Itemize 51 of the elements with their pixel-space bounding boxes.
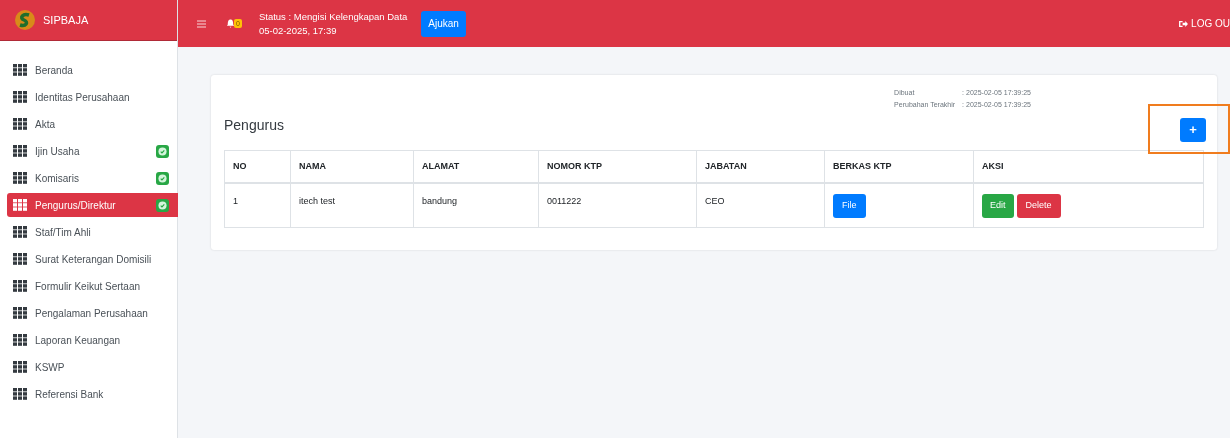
grid-icon: [13, 91, 27, 103]
logo-icon: [15, 10, 35, 30]
grid-icon: [13, 388, 27, 400]
sidebar-item[interactable]: KSWP: [7, 355, 178, 379]
brand-name: SIPBAJA: [43, 12, 89, 28]
sidebar-item[interactable]: Identitas Perusahaan: [7, 85, 178, 109]
table-cell: bandung: [414, 184, 539, 227]
table-cell: 1: [225, 184, 291, 227]
column-header: ALAMAT: [414, 151, 539, 182]
delete-button[interactable]: Delete: [1016, 193, 1061, 218]
add-button[interactable]: +: [1180, 118, 1206, 142]
grid-icon: [13, 280, 27, 292]
table-cell: CEO: [697, 184, 825, 227]
menu-icon[interactable]: [197, 19, 206, 28]
logout-link[interactable]: LOG OU: [1179, 16, 1230, 31]
grid-icon: [13, 172, 27, 184]
column-header: NO: [225, 151, 291, 182]
card-title: Pengurus: [224, 116, 285, 135]
bell-icon: [226, 19, 235, 28]
submit-button[interactable]: Ajukan: [421, 10, 466, 37]
column-header: JABATAN: [697, 151, 825, 182]
grid-icon: [13, 64, 27, 76]
column-header: AKSI: [981, 159, 1005, 173]
grid-icon: [13, 361, 27, 373]
column-header: NOMOR KTP: [539, 151, 697, 182]
sidebar-item[interactable]: Pengurus/Direktur: [7, 193, 178, 217]
logout-icon: [1179, 19, 1189, 28]
table-cell: 0011222: [539, 184, 697, 227]
sidebar-item[interactable]: Referensi Bank: [7, 382, 178, 406]
status-text: Status : Mengisi Kelengkapan Data: [258, 9, 408, 24]
grid-icon: [13, 199, 27, 211]
grid-icon: [13, 253, 27, 265]
sidebar-item[interactable]: Laporan Keuangan: [7, 328, 178, 352]
column-header: NAMA: [291, 151, 414, 182]
grid-icon: [13, 307, 27, 319]
sidebar-item[interactable]: Surat Keterangan Domisili: [7, 247, 178, 271]
file-button[interactable]: File: [833, 193, 866, 218]
column-header: BERKAS KTP: [825, 151, 974, 182]
sidebar-item[interactable]: Pengalaman Perusahaan: [7, 301, 178, 325]
grid-icon: [13, 145, 27, 157]
sidebar-item[interactable]: Akta: [7, 112, 178, 136]
grid-icon: [13, 118, 27, 130]
sidebar-item[interactable]: Ijin Usaha: [7, 139, 178, 163]
sidebar-item[interactable]: Beranda: [7, 58, 178, 82]
sidebar-item[interactable]: Staf/Tim Ahli: [7, 220, 178, 244]
sidebar-item[interactable]: Komisaris: [7, 166, 178, 190]
sidebar-item[interactable]: Formulir Keikut Sertaan: [7, 274, 178, 298]
status-date: 05-02-2025, 17:39: [258, 23, 338, 38]
table-cell: itech test: [291, 184, 414, 227]
grid-icon: [13, 226, 27, 238]
grid-icon: [13, 334, 27, 346]
